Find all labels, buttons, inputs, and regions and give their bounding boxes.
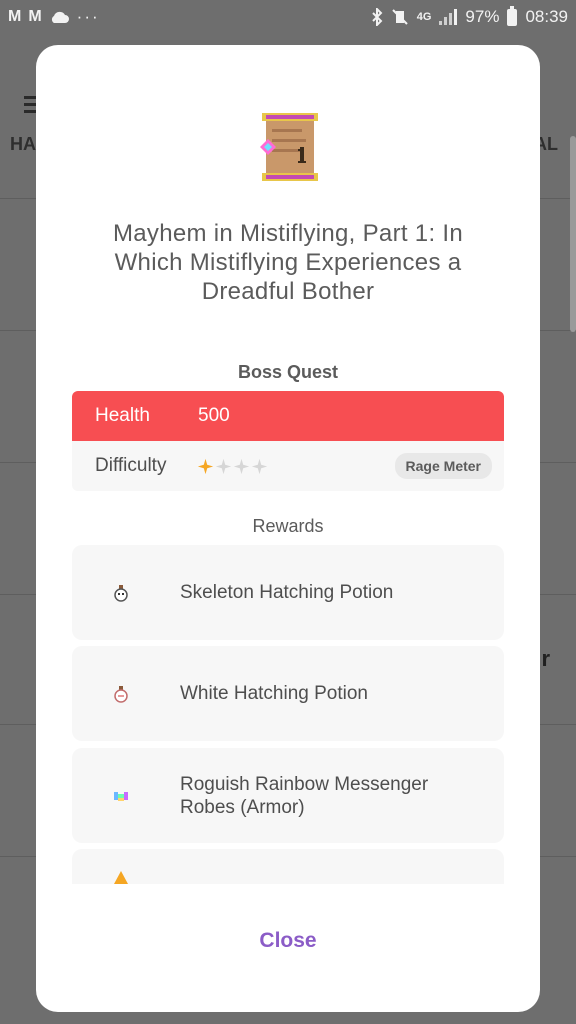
lte-icon: 4G (416, 11, 432, 23)
health-row: Health 500 (72, 391, 504, 441)
star-filled-icon (197, 458, 214, 474)
background-tab-left: HA (10, 134, 36, 154)
health-value: 500 (198, 405, 230, 426)
bluetooth-icon (372, 8, 383, 26)
quest-type-label: Boss Quest (237, 362, 339, 382)
quest-title: Mayhem in Mistiflying, Part 1: In Which … (112, 220, 463, 305)
cloud-icon (51, 11, 69, 23)
difficulty-stars (197, 458, 268, 475)
health-label: Health (95, 405, 150, 426)
rewards-list[interactable]: Skeleton Hatching Potion White Hatching … (72, 545, 504, 884)
battery-icon (507, 5, 518, 26)
gmail-icon: M (8, 8, 21, 25)
reward-item[interactable]: White Hatching Potion (72, 646, 504, 741)
reward-item[interactable] (72, 849, 504, 884)
battery-percent: 97% (465, 7, 500, 26)
background-text-fragment: r (541, 646, 550, 671)
difficulty-row: Difficulty Rage Meter (72, 441, 504, 491)
reward-name: Skeleton Hatching Potion (180, 582, 394, 603)
gmail-icon: M (28, 8, 41, 25)
white-potion-icon (114, 685, 128, 703)
reward-name: White Hatching Potion (180, 683, 368, 704)
reward-name: Roguish Rainbow Messenger Robes (Armor) (180, 773, 429, 818)
skeleton-potion-icon (114, 584, 128, 602)
armor-robe-icon (114, 791, 128, 801)
star-empty-icon (233, 458, 250, 474)
gold-triangle-icon (114, 871, 128, 884)
status-bar: M M ··· 4G 97% 08:39 (0, 0, 576, 34)
signal-icon (439, 9, 458, 25)
quest-scroll-icon (260, 113, 318, 181)
quest-detail-dialog: Mayhem in Mistiflying, Part 1: In Which … (36, 45, 540, 1012)
star-empty-icon (251, 458, 268, 474)
difficulty-label: Difficulty (95, 455, 167, 476)
reward-item[interactable]: Roguish Rainbow Messenger Robes (Armor) (72, 748, 504, 843)
star-empty-icon (215, 458, 232, 474)
more-icon: ··· (76, 7, 100, 26)
close-button[interactable]: Close (36, 929, 540, 953)
reward-item[interactable]: Skeleton Hatching Potion (72, 545, 504, 640)
rewards-label: Rewards (252, 516, 324, 536)
vibrate-icon (392, 9, 408, 25)
status-bar-right: 4G 97% 08:39 (371, 5, 568, 27)
clock: 08:39 (525, 7, 568, 26)
status-bar-left: M M ··· (8, 7, 100, 27)
scrollbar[interactable] (570, 136, 576, 332)
rage-meter-badge[interactable]: Rage Meter (394, 453, 492, 479)
